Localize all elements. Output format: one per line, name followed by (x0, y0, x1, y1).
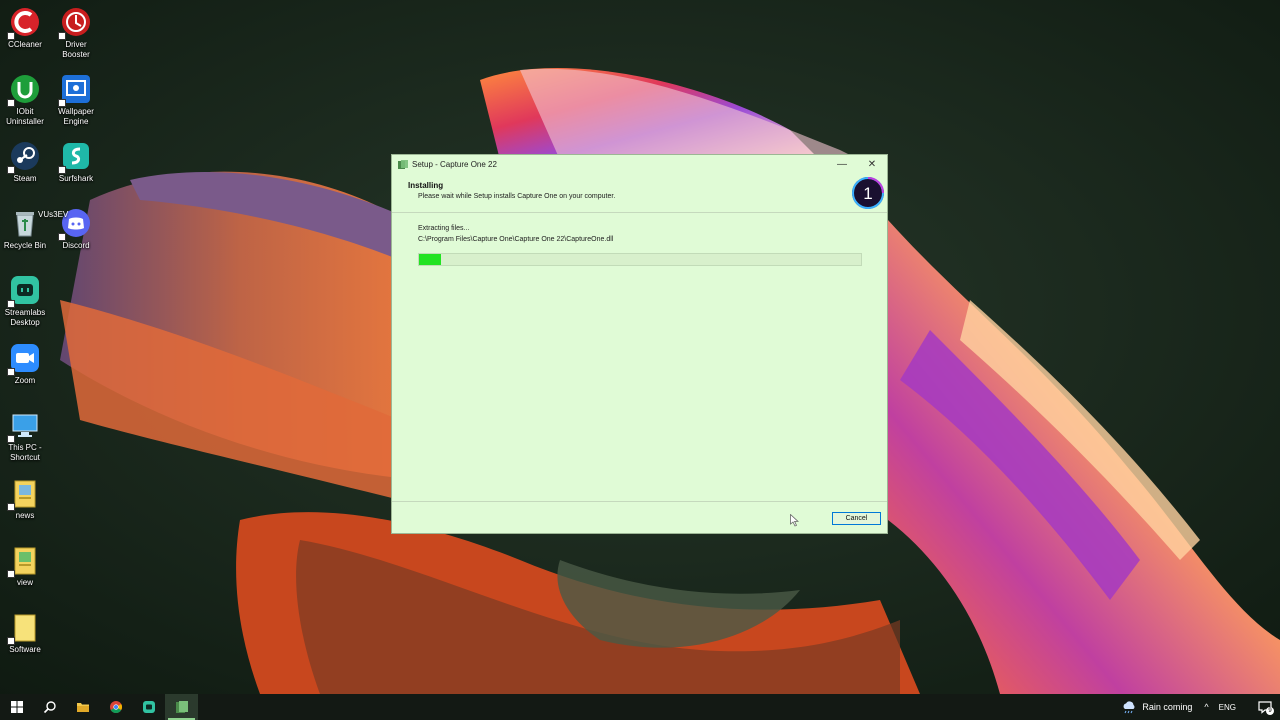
streamlabs-icon (7, 274, 41, 308)
desktop-icon-label: Steam (13, 174, 37, 183)
desktop-icon-label: CCleaner (8, 40, 42, 49)
status-label: Extracting files... (418, 225, 470, 232)
desktop-icon-wallpaper-engine[interactable]: Wallpaper Engine (47, 73, 105, 127)
desktop-icon-news[interactable]: news (0, 477, 54, 521)
setup-window[interactable]: Setup - Capture One 22 — ✕ Installing Pl… (391, 154, 888, 534)
window-title: Setup - Capture One 22 (412, 160, 497, 169)
installer-header: Installing Please wait while Setup insta… (392, 174, 887, 213)
capture-one-logo-icon: 1 (852, 177, 884, 209)
desktop-icon-label: view (16, 578, 33, 587)
header-subtitle: Please wait while Setup installs Capture… (418, 193, 616, 200)
tray-overflow-chevron-icon[interactable]: ^ (1204, 702, 1208, 712)
desktop-icon-label: Software (9, 645, 41, 654)
taskbar-setup[interactable] (165, 694, 198, 720)
folder-icon (7, 611, 41, 645)
taskbar-streamlabs[interactable] (132, 694, 165, 720)
zoom-icon (7, 342, 41, 376)
logo-text: 1 (863, 184, 872, 203)
file-path-label: C:\Program Files\Capture One\Capture One… (418, 236, 614, 243)
chrome-icon (109, 701, 122, 714)
desktop-icon-label: Streamlabs Desktop (4, 308, 46, 327)
desktop-icon-view[interactable]: view (0, 544, 54, 588)
search-button[interactable] (33, 694, 66, 720)
language-indicator[interactable]: ENG (1219, 703, 1236, 712)
window-titlebar[interactable]: Setup - Capture One 22 — ✕ (392, 155, 887, 174)
setup-app-icon (175, 701, 188, 713)
taskbar: Rain coming ^ ENG 9 (0, 694, 1280, 720)
recycle-bin-icon (9, 207, 41, 239)
steam-icon (7, 140, 41, 174)
desktop-stray-label: VUs3EV (38, 210, 69, 219)
minimize-button[interactable]: — (827, 155, 857, 174)
windows-start-icon (10, 701, 23, 713)
desktop-icon-label: Surfshark (58, 174, 94, 183)
progress-bar-fill (419, 254, 442, 265)
ccleaner-icon (7, 6, 41, 40)
desktop-icon-iobit[interactable]: IObit Uninstaller (0, 73, 54, 127)
desktop-icon-label: Discord (62, 241, 90, 250)
taskbar-file-explorer[interactable] (66, 694, 99, 720)
close-button[interactable]: ✕ (857, 155, 887, 174)
desktop-icon-label: Zoom (14, 376, 36, 385)
desktop-icon-zoom[interactable]: Zoom (0, 342, 54, 386)
notification-count-badge: 9 (1266, 707, 1274, 715)
progress-bar (418, 253, 862, 266)
desktop-icon-label: Wallpaper Engine (58, 107, 94, 126)
desktop-icon-label: news (15, 511, 35, 520)
this-pc-icon (7, 409, 41, 443)
installer-footer: Cancel (392, 501, 887, 533)
folder-icon (7, 544, 41, 578)
desktop-icon-software[interactable]: Software (0, 611, 54, 655)
search-icon (43, 701, 56, 714)
iobit-uninstaller-icon (7, 73, 41, 107)
setup-app-icon (398, 159, 408, 169)
folder-icon (7, 477, 41, 511)
desktop-icon-driver-booster[interactable]: Driver Booster (47, 6, 105, 60)
streamlabs-icon (142, 701, 155, 713)
desktop-icon-this-pc[interactable]: This PC - Shortcut (0, 409, 54, 463)
taskbar-chrome[interactable] (99, 694, 132, 720)
file-explorer-icon (76, 703, 89, 712)
system-tray: Rain coming ^ ENG 9 (1121, 694, 1280, 720)
desktop-icon-ccleaner[interactable]: CCleaner (0, 6, 54, 50)
cancel-button[interactable]: Cancel (832, 512, 881, 525)
desktop-icon-label: IObit Uninstaller (6, 107, 44, 126)
desktop-icon-label: Driver Booster (62, 40, 90, 59)
notification-center-button[interactable]: 9 (1250, 694, 1280, 720)
header-title: Installing (408, 181, 444, 190)
mouse-cursor-icon (790, 514, 799, 527)
weather-widget[interactable]: Rain coming (1121, 700, 1192, 714)
start-button[interactable] (0, 694, 33, 720)
desktop-icon-streamlabs[interactable]: Streamlabs Desktop (0, 274, 54, 328)
desktop-icon-label: This PC - Shortcut (8, 443, 42, 462)
desktop-icon-label: Recycle Bin (3, 241, 47, 250)
driver-booster-icon (58, 6, 92, 40)
desktop-icon-surfshark[interactable]: Surfshark (47, 140, 105, 184)
wallpaper-engine-icon (58, 73, 92, 107)
installer-content: Extracting files... C:\Program Files\Cap… (392, 213, 887, 503)
weather-text: Rain coming (1142, 702, 1193, 712)
rain-cloud-icon (1123, 701, 1135, 714)
surfshark-icon (58, 140, 92, 174)
desktop-icon-steam[interactable]: Steam (0, 140, 54, 184)
